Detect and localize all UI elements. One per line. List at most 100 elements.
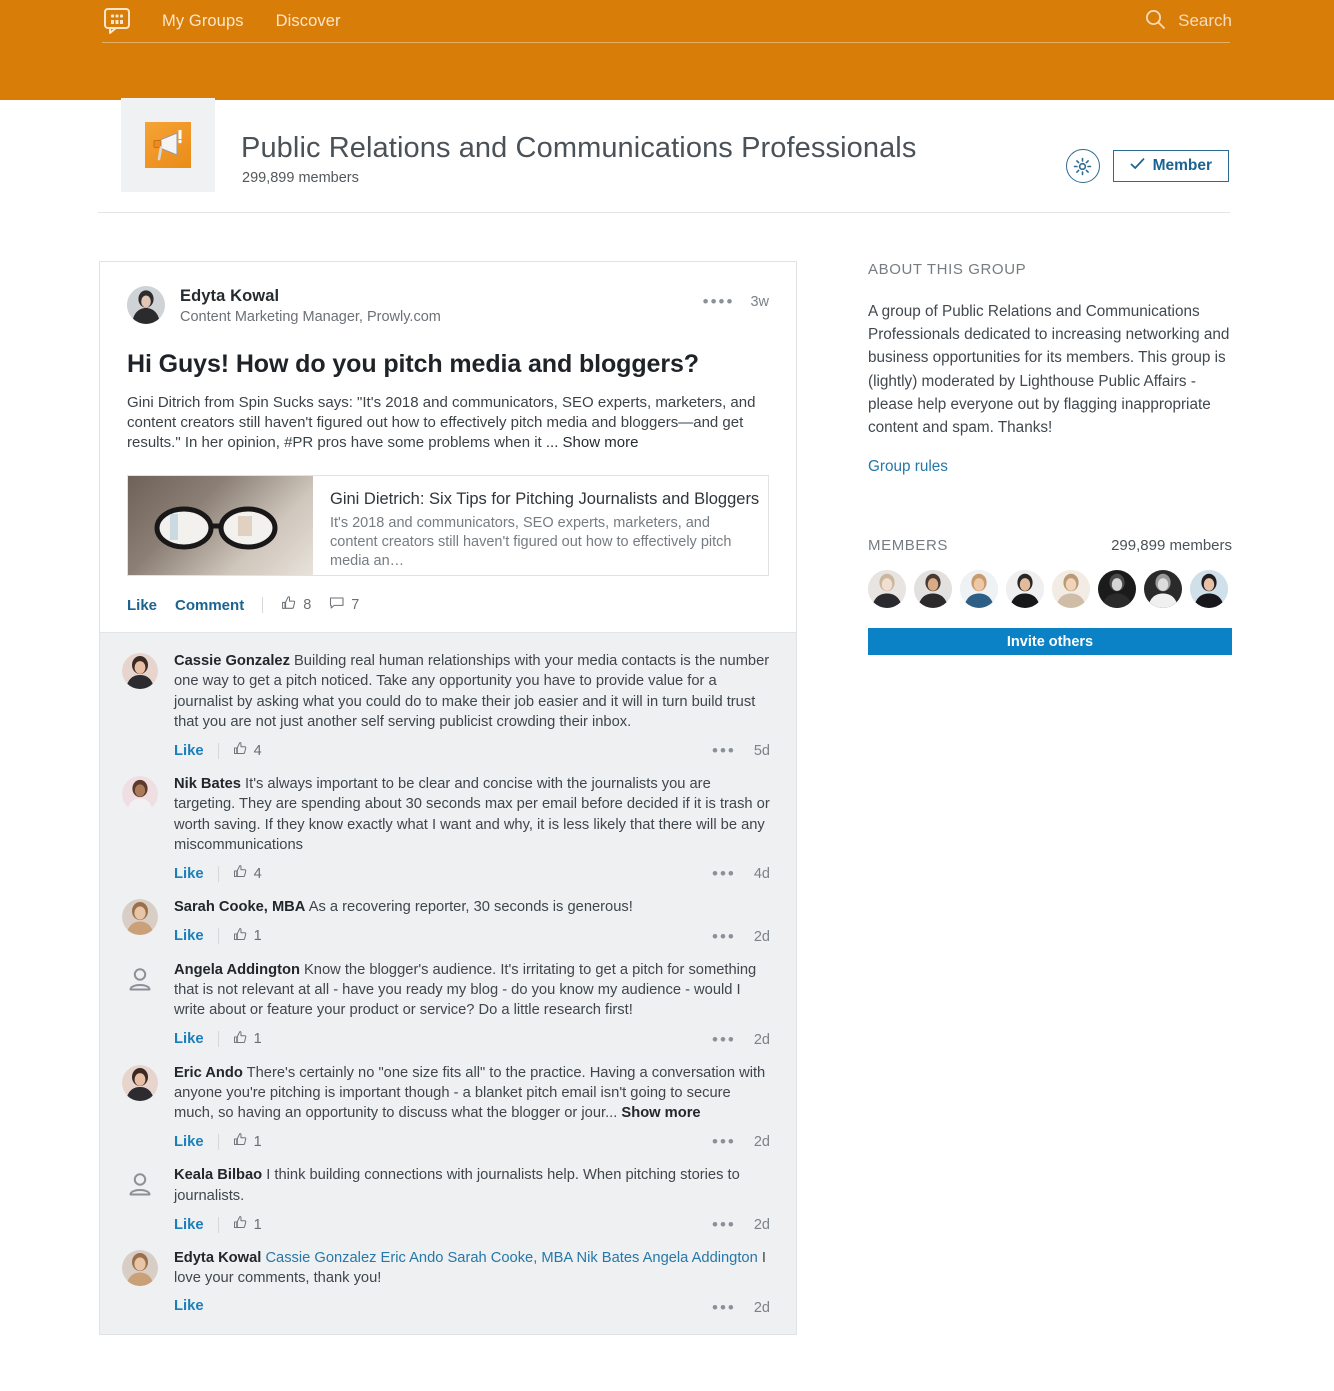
group-rules-link[interactable]: Group rules [868,458,1232,476]
default-person-icon[interactable] [122,962,158,998]
comment-like-count-group[interactable]: 1 [233,1030,262,1049]
comment-like-button[interactable]: Like [174,1031,204,1047]
about-this-group-label: ABOUT THIS GROUP [868,261,1232,278]
comment-like-button[interactable]: Like [174,1217,204,1233]
link-preview-thumbnail [128,476,313,575]
comment-actions: Like4•••4d [174,864,774,883]
comment-actions: Like1•••2d [174,1132,774,1151]
comment-like-button[interactable]: Like [174,1298,204,1314]
comment-like-count-group[interactable]: 4 [233,864,262,883]
comment-body-text: As a recovering reporter, 30 seconds is … [309,899,633,915]
gear-icon[interactable] [1066,149,1100,183]
comment-item: Nik Bates It's always important to be cl… [122,774,774,883]
comment-more-options-icon[interactable]: ••• [712,741,736,761]
comment-author-name[interactable]: Cassie Gonzalez [174,653,290,669]
member-avatar[interactable] [1190,570,1228,608]
invite-others-button[interactable]: Invite others [868,628,1232,655]
link-preview-card[interactable]: Gini Dietrich: Six Tips for Pitching Jou… [127,475,769,576]
member-avatar[interactable] [1144,570,1182,608]
comment-timestamp: 2d [754,1300,770,1316]
comment-like-count-group[interactable]: 1 [233,1215,262,1234]
member-avatar[interactable] [868,570,906,608]
avatar[interactable] [122,776,158,812]
comment-show-more-link[interactable]: Show more [621,1105,700,1121]
comment-author-name[interactable]: Nik Bates [174,776,241,792]
comment-like-count: 4 [254,866,262,882]
post-like-count-group[interactable]: 8 [281,595,311,615]
group-member-count: 299,899 members [242,170,359,186]
page-title: Public Relations and Communications Prof… [241,132,916,165]
comment-like-button[interactable]: Like [174,743,204,759]
comment-like-button[interactable]: Like [174,866,204,882]
about-this-group-text: A group of Public Relations and Communic… [868,300,1232,439]
thumbs-up-icon [233,1030,248,1049]
search-icon[interactable] [1144,8,1166,35]
comment-timestamp: 5d [754,743,770,759]
post-title: Hi Guys! How do you pitch media and blog… [127,350,769,379]
member-avatar[interactable] [1006,570,1044,608]
member-avatar[interactable] [960,570,998,608]
comments-list: Cassie Gonzalez Building real human rela… [100,632,796,1334]
comment-author-name[interactable]: Eric Ando [174,1065,243,1081]
comment-actions: Like1•••2d [174,1215,774,1234]
comment-more-options-icon[interactable]: ••• [712,864,736,884]
post-comment-button[interactable]: Comment [175,597,244,614]
comment-author-name[interactable]: Keala Bilbao [174,1167,262,1183]
comment-like-count: 1 [254,1217,262,1233]
comment-like-button[interactable]: Like [174,928,204,944]
avatar[interactable] [122,1065,158,1101]
member-button[interactable]: Member [1113,150,1229,182]
member-avatar-row [868,570,1232,608]
comment-timestamp: 2d [754,929,770,945]
post-author-name[interactable]: Edyta Kowal [180,287,441,306]
post-comment-count-group[interactable]: 7 [329,595,359,615]
thumbs-up-icon [233,927,248,946]
comment-author-name[interactable]: Edyta Kowal [174,1250,261,1266]
comment-item: Keala Bilbao I think building connection… [122,1165,774,1234]
comment-like-button[interactable]: Like [174,1134,204,1150]
nav-item-my-groups[interactable]: My Groups [162,12,244,31]
comment-more-options-icon[interactable]: ••• [712,1030,736,1050]
search-area[interactable]: Search [1144,0,1232,42]
post-like-button[interactable]: Like [127,597,157,614]
nav-item-discover[interactable]: Discover [276,12,341,31]
comment-mentions[interactable]: Cassie Gonzalez Eric Ando Sarah Cooke, M… [265,1250,757,1266]
search-input[interactable]: Search [1178,11,1232,31]
comment-item: Eric Ando There's certainly no "one size… [122,1063,774,1152]
link-preview-description: It's 2018 and communicators, SEO experts… [330,514,752,571]
comment-like-count-group[interactable]: 1 [233,927,262,946]
more-options-icon[interactable]: •••• [703,292,735,312]
comment-more-options-icon[interactable]: ••• [712,1215,736,1235]
member-avatar[interactable] [914,570,952,608]
comment-text-container: Cassie Gonzalez Building real human rela… [174,651,774,732]
avatar[interactable] [122,1250,158,1286]
comment-actions: Like1•••2d [174,1030,774,1049]
thumbs-up-icon [281,595,297,615]
member-avatar[interactable] [1052,570,1090,608]
default-person-icon[interactable] [122,1167,158,1203]
post-comment-count: 7 [351,597,359,613]
comment-more-options-icon[interactable]: ••• [712,927,736,947]
comment-like-count-group[interactable]: 1 [233,1132,262,1151]
comment-actions: Like 4 ••• 5d [174,741,774,760]
thumbs-up-icon [233,864,248,883]
post-actions-bar: Like Comment 8 [127,595,769,632]
comment-author-name[interactable]: Sarah Cooke, MBA [174,899,305,915]
comment-like-count-group[interactable]: 4 [233,741,262,760]
megaphone-icon [145,122,191,168]
comment-more-options-icon[interactable]: ••• [712,1132,736,1152]
comment-text-container: Edyta Kowal Cassie Gonzalez Eric Ando Sa… [174,1248,774,1289]
comment-author-name[interactable]: Angela Addington [174,962,300,978]
comment-more-options-icon[interactable]: ••• [712,1298,736,1318]
post-show-more-link[interactable]: ... Show more [546,434,639,451]
sidebar-member-count: 299,899 members [1111,537,1232,554]
thumbs-up-icon [233,741,248,760]
avatar[interactable] [122,653,158,689]
nav-divider [102,42,1230,43]
member-avatar[interactable] [1098,570,1136,608]
avatar[interactable] [122,899,158,935]
right-sidebar: ABOUT THIS GROUP A group of Public Relat… [868,261,1232,655]
groups-logo-icon[interactable] [102,6,132,36]
member-button-label: Member [1153,157,1212,175]
avatar[interactable] [127,286,165,324]
